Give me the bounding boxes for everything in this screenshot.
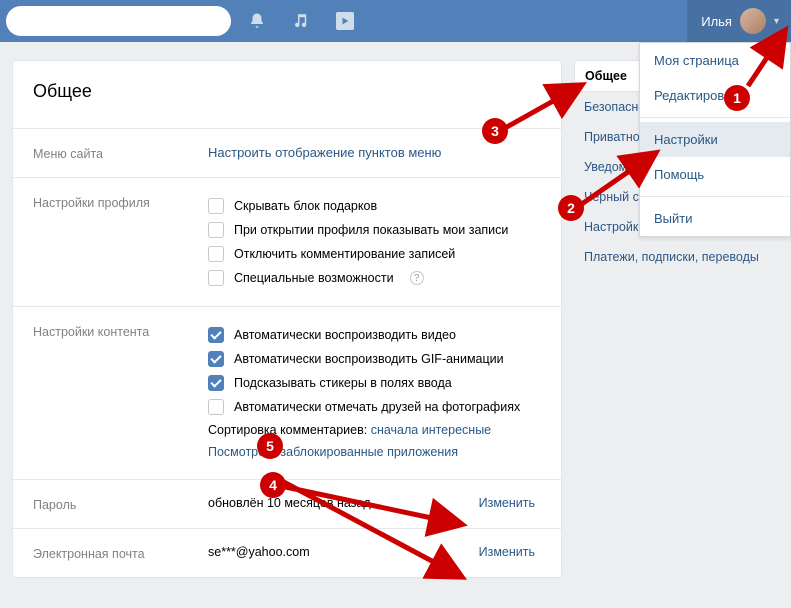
checkbox[interactable]	[208, 399, 224, 415]
checkbox[interactable]	[208, 375, 224, 391]
dropdown-logout[interactable]: Выйти	[640, 201, 790, 236]
profile-option: Специальные возможности?	[208, 266, 541, 290]
annotation-badge-4: 4	[260, 472, 286, 498]
annotation-badge-2: 2	[558, 195, 584, 221]
chevron-down-icon: ▾	[774, 16, 779, 27]
profile-option: При открытии профиля показывать мои запи…	[208, 218, 541, 242]
content-option: Автоматически отмечать друзей на фотогра…	[208, 395, 541, 419]
option-label[interactable]: Отключить комментирование записей	[234, 247, 455, 261]
content-option: Автоматически воспроизводить GIF-анимаци…	[208, 347, 541, 371]
bell-icon[interactable]	[247, 11, 267, 31]
dropdown-separator	[640, 196, 790, 197]
checkbox[interactable]	[208, 327, 224, 343]
profile-option: Скрывать блок подарков	[208, 194, 541, 218]
row-label-email: Электронная почта	[33, 545, 208, 561]
option-label[interactable]: Автоматически воспроизводить видео	[234, 328, 456, 342]
dropdown-separator	[640, 117, 790, 118]
email-value: se***@yahoo.com	[208, 545, 479, 559]
option-label[interactable]: Скрывать блок подарков	[234, 199, 377, 213]
app-header: Илья ▾	[0, 0, 791, 42]
content-option: Подсказывать стикеры в полях ввода	[208, 371, 541, 395]
user-name: Илья	[701, 14, 732, 29]
dropdown-help[interactable]: Помощь	[640, 157, 790, 192]
option-label[interactable]: Подсказывать стикеры в полях ввода	[234, 376, 452, 390]
sidebar-item[interactable]: Платежи, подписки, переводы	[574, 242, 774, 272]
user-dropdown: Моя страница Редактировать Настройки Пом…	[639, 42, 791, 237]
settings-card: Общее Меню сайта Настроить отображение п…	[12, 60, 562, 578]
sort-link[interactable]: сначала интересные	[371, 423, 491, 437]
dropdown-my-page[interactable]: Моя страница	[640, 43, 790, 78]
change-password-link[interactable]: Изменить	[479, 496, 535, 510]
row-label-menu: Меню сайта	[33, 145, 208, 161]
sort-prefix: Сортировка комментариев:	[208, 423, 371, 437]
option-label[interactable]: Специальные возможности	[234, 271, 394, 285]
row-label-profile: Настройки профиля	[33, 194, 208, 210]
avatar	[740, 8, 766, 34]
option-label[interactable]: Автоматически отмечать друзей на фотогра…	[234, 400, 520, 414]
checkbox[interactable]	[208, 246, 224, 262]
help-icon[interactable]: ?	[410, 271, 424, 285]
dropdown-settings[interactable]: Настройки	[640, 122, 790, 157]
music-icon[interactable]	[291, 11, 311, 31]
checkbox[interactable]	[208, 222, 224, 238]
password-value: обновлён 10 месяцев назад	[208, 496, 479, 510]
change-email-link[interactable]: Изменить	[479, 545, 535, 559]
option-label[interactable]: Автоматически воспроизводить GIF-анимаци…	[234, 352, 504, 366]
page-title: Общее	[13, 61, 561, 128]
checkbox[interactable]	[208, 198, 224, 214]
checkbox[interactable]	[208, 351, 224, 367]
row-label-password: Пароль	[33, 496, 208, 512]
blocked-apps-link[interactable]: Посмотреть заблокированные приложения	[208, 445, 458, 459]
configure-menu-link[interactable]: Настроить отображение пунктов меню	[208, 145, 441, 160]
search-input[interactable]	[6, 6, 231, 36]
checkbox[interactable]	[208, 270, 224, 286]
dropdown-edit[interactable]: Редактировать	[640, 78, 790, 113]
annotation-badge-1: 1	[724, 85, 750, 111]
video-icon[interactable]	[335, 11, 355, 31]
content-option: Автоматически воспроизводить видео	[208, 323, 541, 347]
annotation-badge-5: 5	[257, 433, 283, 459]
annotation-badge-3: 3	[482, 118, 508, 144]
row-label-content: Настройки контента	[33, 323, 208, 339]
option-label[interactable]: При открытии профиля показывать мои запи…	[234, 223, 508, 237]
profile-option: Отключить комментирование записей	[208, 242, 541, 266]
user-menu-trigger[interactable]: Илья ▾	[687, 0, 791, 42]
